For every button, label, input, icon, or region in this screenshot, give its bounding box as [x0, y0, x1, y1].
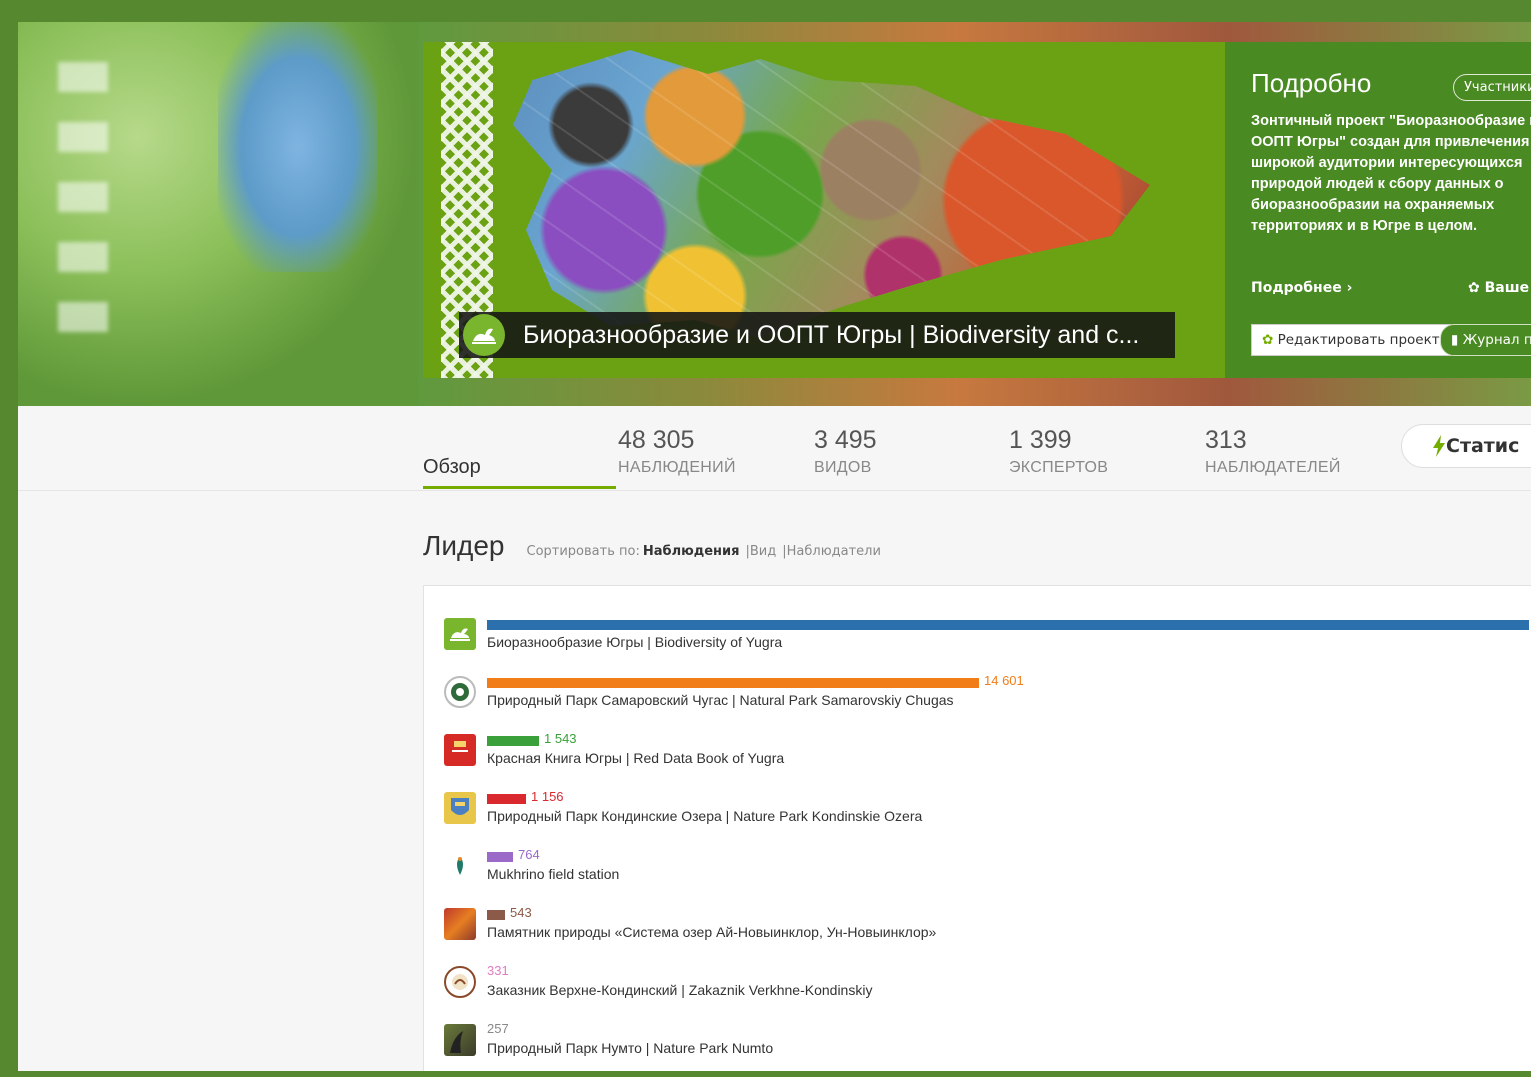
- leaderboard-row[interactable]: 543 Памятник природы «Система озер Ай-Нов…: [444, 905, 1531, 956]
- leaderboard-bar: [487, 736, 539, 746]
- sort-observers[interactable]: |Наблюдатели: [782, 544, 881, 559]
- leaderboard-project-name[interactable]: Памятник природы «Система озер Ай-Новыин…: [487, 924, 936, 940]
- stat-number: 3 495: [814, 426, 877, 454]
- edit-project-button[interactable]: ✿ Редактировать проект: [1251, 324, 1451, 356]
- kondinskie-logo-icon[interactable]: [444, 792, 476, 824]
- stat-number: 313: [1205, 426, 1247, 454]
- project-title-bar: Биоразнообразие и ООПТ Югры | Biodiversi…: [459, 312, 1175, 358]
- leaderboard-project-name[interactable]: Природный Парк Кондинские Озера | Nature…: [487, 808, 922, 824]
- journal-icon: ▮: [1451, 332, 1463, 348]
- leaderboard-bar: [487, 620, 1529, 630]
- project-description: Зонтичный проект "Биоразнообразие и ООПТ…: [1251, 113, 1531, 234]
- leaderboard-project-name[interactable]: Mukhrino field station: [487, 866, 619, 882]
- your-membership-link[interactable]: ✿ Ваше у: [1468, 280, 1531, 296]
- statistics-label: Статис: [1446, 435, 1520, 457]
- leaderboard: Биоразнообразие Югры | Biodiversity of Y…: [423, 585, 1531, 1071]
- project-cover-image: Биоразнообразие и ООПТ Югры | Biodiversi…: [423, 42, 1225, 378]
- leaderboard-bar: [487, 794, 526, 804]
- mukhrino-logo-icon[interactable]: [444, 850, 476, 882]
- leaderboard-project-name[interactable]: Биоразнообразие Югры | Biodiversity of Y…: [487, 634, 782, 650]
- statistics-button[interactable]: Статис: [1401, 424, 1531, 468]
- project-title: Биоразнообразие и ООПТ Югры | Biodiversi…: [523, 320, 1140, 349]
- stat-identifiers[interactable]: 1 399 ЭКСПЕРТОВ: [1009, 426, 1108, 477]
- project-details-panel: Подробно Участники Зонтичный проект "Био…: [1225, 42, 1531, 378]
- members-button[interactable]: Участники: [1453, 74, 1531, 101]
- leaderboard-count: 331: [487, 963, 509, 978]
- gear-icon: ✿: [1468, 280, 1485, 296]
- stat-label: НАБЛЮДАТЕЛЕЙ: [1205, 459, 1341, 476]
- sort-label: Сортировать по:: [526, 544, 640, 559]
- project-logo-icon: [463, 314, 505, 356]
- leaderboard-project-name[interactable]: Красная Книга Югры | Red Data Book of Yu…: [487, 750, 784, 766]
- leaderboard-project-name[interactable]: Природный Парк Нумто | Nature Park Numto: [487, 1040, 773, 1056]
- sort-species[interactable]: |Вид: [746, 544, 777, 559]
- samarovskiy-logo-icon[interactable]: [444, 676, 476, 708]
- your-membership-label: Ваше у: [1484, 280, 1531, 296]
- journal-label: Журнал п: [1462, 332, 1531, 348]
- app-frame: Биоразнообразие и ООПТ Югры | Biodiversi…: [0, 0, 1531, 1077]
- leaderboard-row[interactable]: 1 543 Красная Книга Югры | Red Data Book …: [444, 731, 1531, 782]
- leaderboard-row[interactable]: 331 Заказник Верхне-Кондинский | Zakaznik…: [444, 963, 1531, 1014]
- journal-button[interactable]: ▮ Журнал п: [1440, 324, 1531, 356]
- stat-number: 48 305: [618, 426, 695, 454]
- leaderboard-bar: [487, 678, 979, 688]
- stat-observations[interactable]: 48 305 НАБЛЮДЕНИЙ: [618, 426, 736, 477]
- project-page: Биоразнообразие и ООПТ Югры | Biodiversi…: [18, 22, 1531, 1071]
- more-link[interactable]: Подробнее ›: [1251, 280, 1352, 296]
- leaders-title: Лидер: [423, 530, 505, 561]
- leaderboard-count: 257: [487, 1021, 509, 1036]
- edit-project-label: Редактировать проект: [1277, 332, 1440, 348]
- leaders-header: Лидер Сортировать по: Наблюдения |Вид |Н…: [423, 530, 881, 562]
- leaderboard-count: 14 601: [984, 673, 1024, 688]
- leaderboard-count: 1 543: [544, 731, 577, 746]
- leaderboard-row[interactable]: 14 601 Природный Парк Самаровский Чугас |…: [444, 673, 1531, 724]
- gear-icon: ✿: [1262, 332, 1278, 348]
- stat-label: ЭКСПЕРТОВ: [1009, 459, 1109, 476]
- leaderboard-row[interactable]: 1 156 Природный Парк Кондинские Озера | N…: [444, 789, 1531, 840]
- leaderboard-count: 543: [510, 905, 532, 920]
- leaderboard-bar: [487, 910, 505, 920]
- sort-observations[interactable]: Наблюдения: [643, 544, 740, 559]
- banner-blur-water: [218, 22, 378, 272]
- stat-number: 1 399: [1009, 426, 1072, 454]
- leaderboard-bar: [487, 852, 513, 862]
- project-banner: Биоразнообразие и ООПТ Югры | Biodiversi…: [18, 22, 1531, 406]
- lakes-photo-icon[interactable]: [444, 908, 476, 940]
- red-book-icon[interactable]: [444, 734, 476, 766]
- tab-overview[interactable]: Обзор: [423, 456, 481, 479]
- bolt-icon: [1433, 435, 1445, 457]
- project-nav: Обзор 48 305 НАБЛЮДЕНИЙ 3 495 ВИДОВ 1 39…: [18, 406, 1531, 491]
- leaderboard-row[interactable]: 764 Mukhrino field station: [444, 847, 1531, 898]
- active-tab-indicator: [423, 486, 616, 489]
- stat-label: НАБЛЮДЕНИЙ: [618, 459, 736, 476]
- banner-blur-ornament: [58, 62, 108, 362]
- stat-observers[interactable]: 313 НАБЛЮДАТЕЛЕЙ: [1205, 426, 1341, 477]
- yugra-logo-icon[interactable]: [444, 618, 476, 650]
- zakaznik-logo-icon[interactable]: [444, 966, 476, 998]
- stat-species[interactable]: 3 495 ВИДОВ: [814, 426, 877, 477]
- leaderboard-count: 1 156: [531, 789, 564, 804]
- region-map-collage: [513, 50, 1150, 338]
- stat-label: ВИДОВ: [814, 459, 872, 476]
- leaderboard-row[interactable]: 257 Природный Парк Нумто | Nature Park Nu…: [444, 1021, 1531, 1071]
- leaderboard-project-name[interactable]: Заказник Верхне-Кондинский | Zakaznik Ve…: [487, 982, 872, 998]
- leaderboard-project-name[interactable]: Природный Парк Самаровский Чугас | Natur…: [487, 692, 954, 708]
- numto-photo-icon[interactable]: [444, 1024, 476, 1056]
- leaderboard-count: 764: [518, 847, 540, 862]
- leaderboard-row[interactable]: Биоразнообразие Югры | Biodiversity of Y…: [444, 618, 1531, 666]
